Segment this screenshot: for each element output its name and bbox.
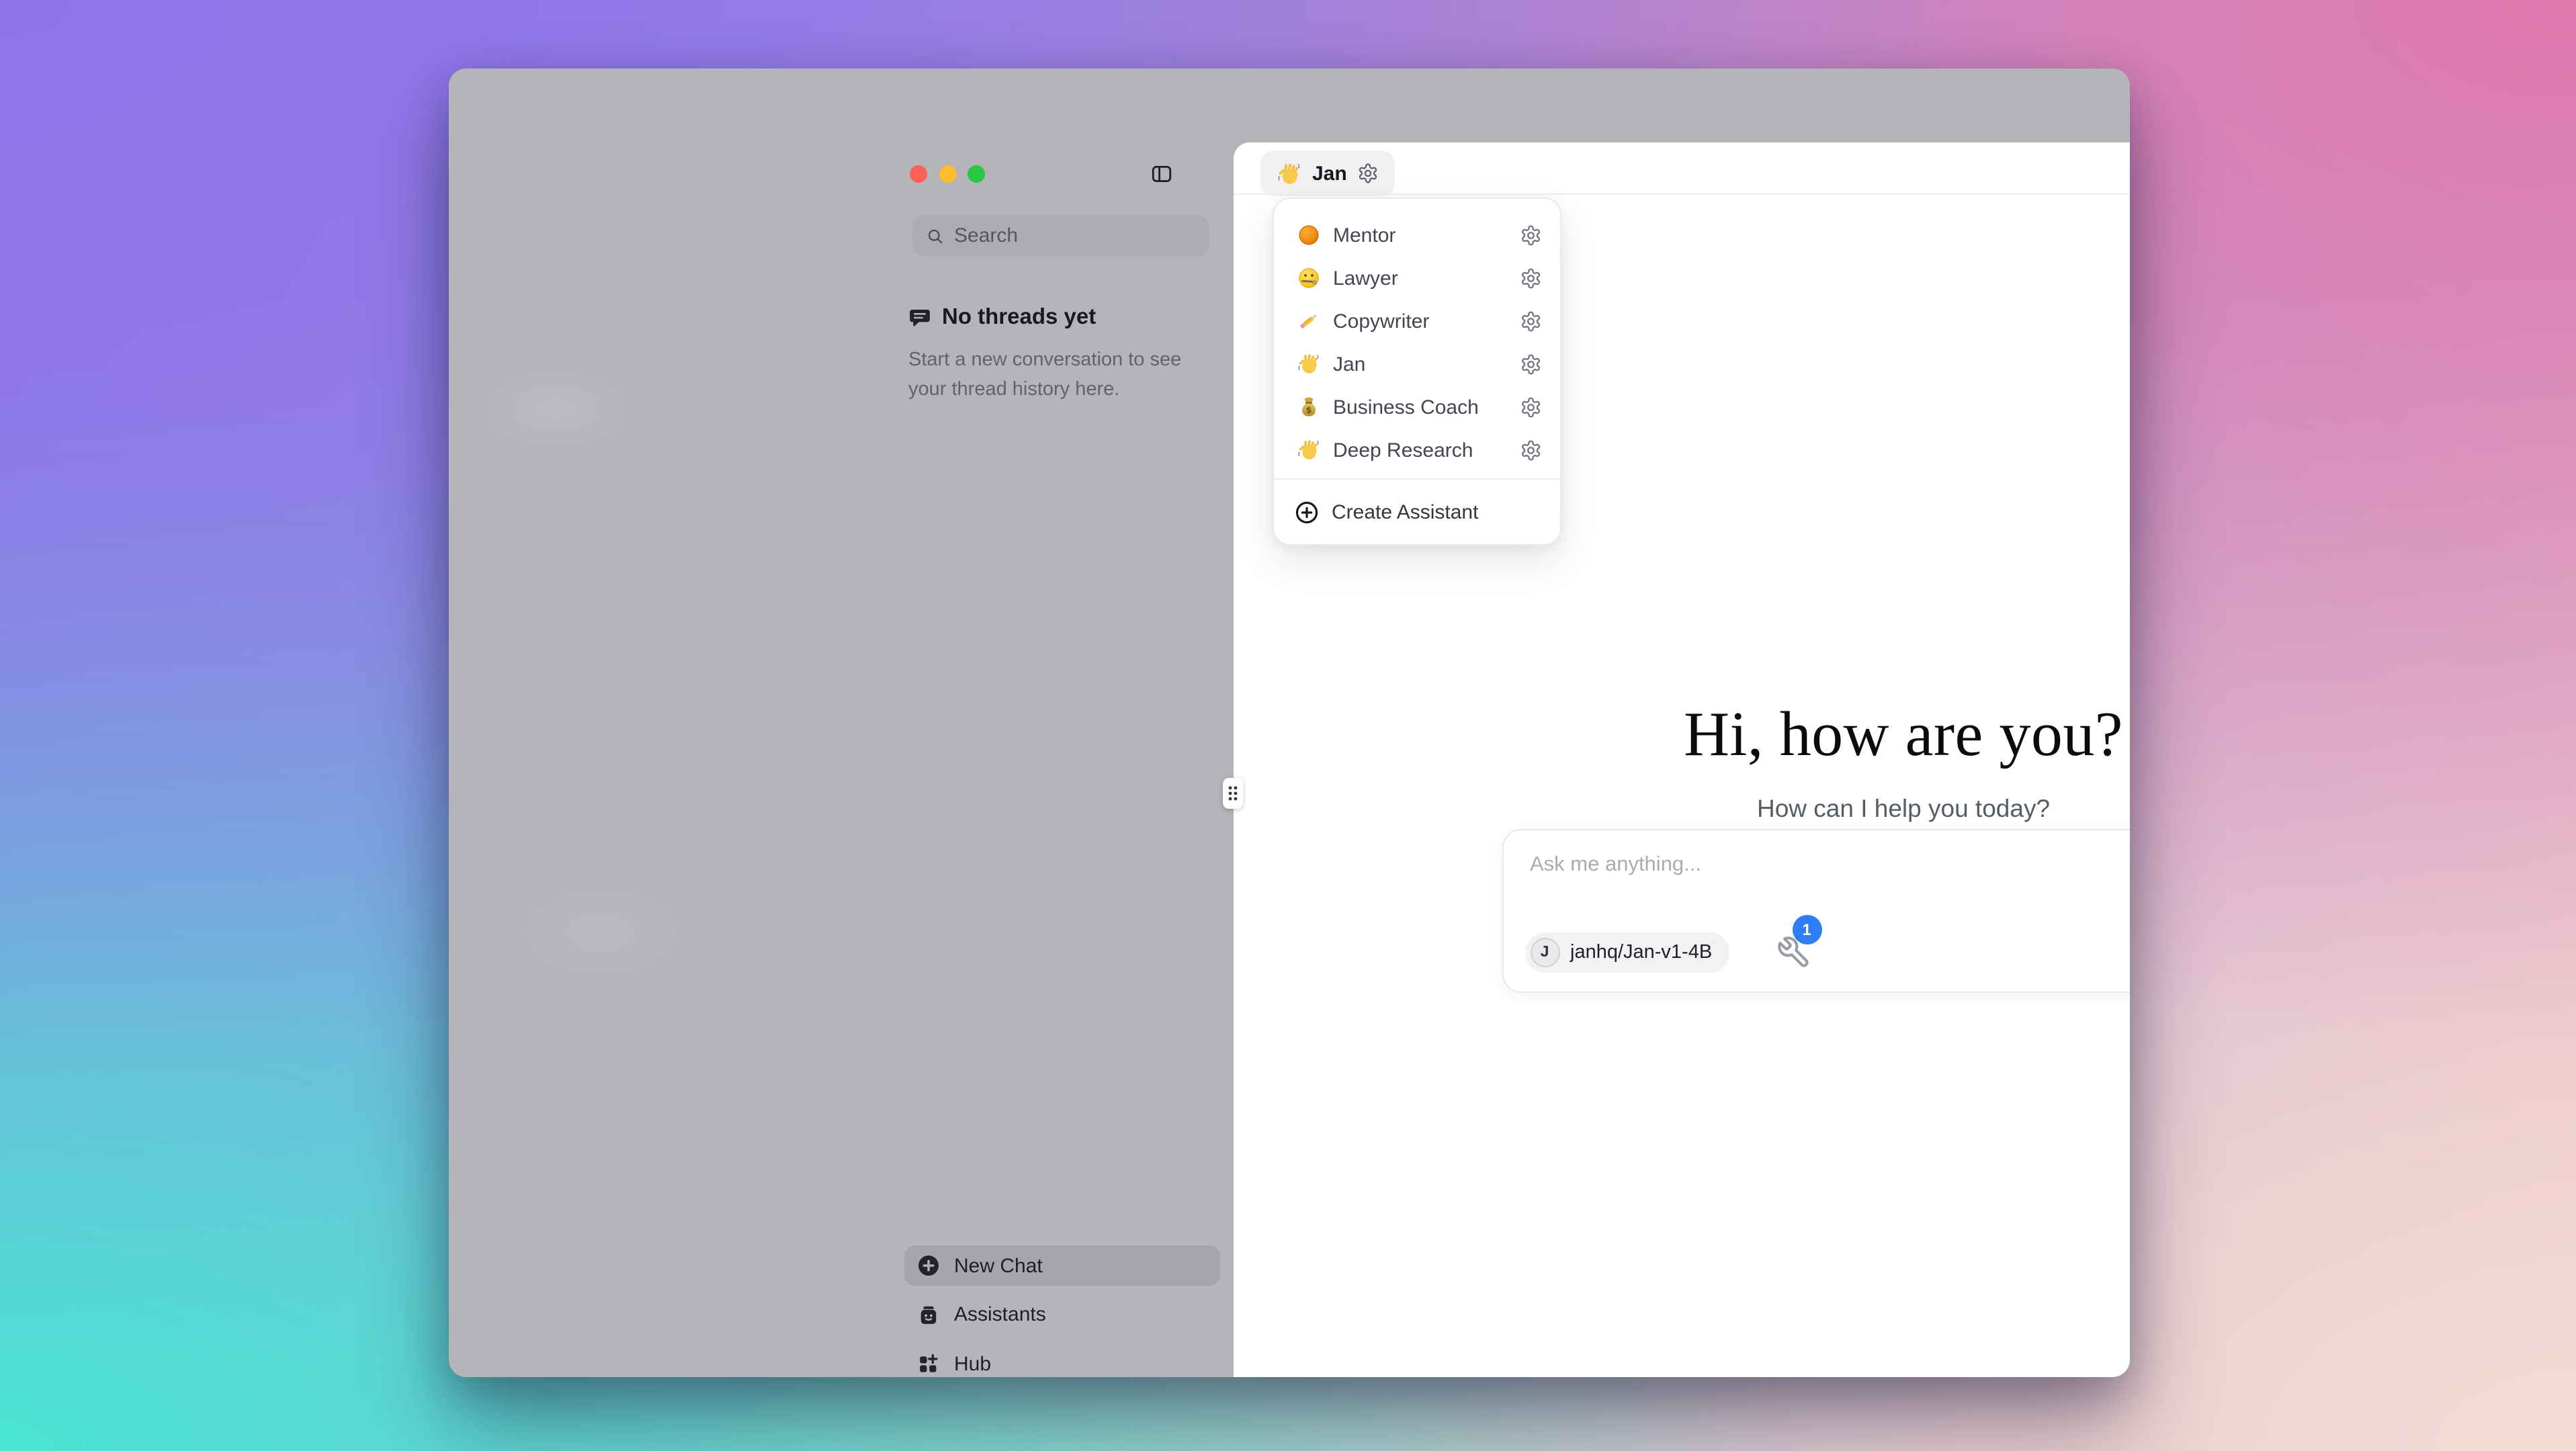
create-assistant-button[interactable]: Create Assistant [1274, 486, 1560, 537]
wave-emoji-icon [1297, 438, 1321, 462]
sidebar-item-new-chat[interactable]: New Chat [904, 1245, 1220, 1286]
sidebar-toggle-icon [1150, 163, 1173, 185]
assistant-menu-item-label: Jan [1333, 353, 1519, 376]
assistant-menu-item[interactable]: Mentor [1274, 214, 1560, 257]
assistant-selector-button[interactable]: Jan [1260, 150, 1396, 196]
panel-resize-handle[interactable] [1223, 778, 1243, 809]
menu-divider [1274, 478, 1560, 480]
sidebar [449, 69, 785, 1377]
assistant-menu-item[interactable]: Copywriter [1274, 300, 1560, 343]
assistant-menu-item-label: Mentor [1333, 224, 1519, 247]
assistant-menu: Mentor Lawyer Copywriter Jan Business Co… [1273, 197, 1561, 545]
assistant-menu-item[interactable]: Deep Research [1274, 429, 1560, 472]
grip-dots-icon [1227, 785, 1239, 802]
search-field[interactable] [912, 215, 1209, 257]
plus-circle-filled-icon [916, 1254, 941, 1278]
assistant-menu-item-label: Deep Research [1333, 439, 1519, 461]
nav-item-label: New Chat [954, 1254, 1043, 1277]
assistant-menu-item-label: Business Coach [1333, 396, 1519, 419]
greeting: Hi, how are you? How can I help you toda… [1233, 699, 2130, 824]
assistant-menu-item[interactable]: Business Coach [1274, 386, 1560, 429]
assistant-menu-item[interactable]: Lawyer [1274, 257, 1560, 300]
gear-outline-icon[interactable] [1519, 224, 1541, 247]
sidebar-toggle-button[interactable] [1150, 163, 1173, 185]
gear-outline-icon[interactable] [1519, 353, 1541, 376]
gear-outline-icon[interactable] [1519, 439, 1541, 461]
gear-outline-icon[interactable] [1519, 310, 1541, 333]
sidebar-item-assistants[interactable]: Assistants [904, 1294, 1220, 1335]
assistant-settings-gear-icon[interactable] [1358, 163, 1379, 184]
pencil-emoji-icon [1297, 309, 1321, 333]
empty-threads-description: Start a new conversation to see your thr… [908, 345, 1184, 404]
composer-card: Ask me anything... J janhq/Jan-v1-4B 1 [1502, 829, 2130, 993]
gear-outline-icon[interactable] [1519, 267, 1541, 290]
minimize-window-button[interactable] [939, 165, 956, 183]
gear-outline-icon[interactable] [1519, 396, 1541, 419]
tools-button[interactable]: 1 [1773, 919, 1832, 978]
chat-bubble-icon [908, 306, 931, 329]
empty-threads-title: No threads yet [942, 305, 1096, 331]
plus-circle-icon [1294, 499, 1320, 525]
jan-app-window: No threads yet Start a new conversation … [449, 69, 2130, 1377]
hub-blocks-icon [916, 1352, 941, 1376]
tools-count-badge: 1 [1792, 915, 1821, 944]
nav-item-label: Assistants [954, 1303, 1046, 1326]
model-avatar: J [1530, 938, 1559, 967]
sidebar-nav: New Chat Assistants Hub Settings [904, 1245, 1220, 1377]
wave-emoji-icon [1276, 161, 1301, 186]
search-icon [926, 226, 945, 245]
nav-item-label: Hub [954, 1352, 991, 1375]
zoom-window-button[interactable] [968, 165, 985, 183]
robot-icon [916, 1303, 941, 1327]
search-input[interactable] [954, 224, 1196, 247]
assistant-menu-item[interactable]: Jan [1274, 343, 1560, 386]
close-window-button[interactable] [910, 165, 927, 183]
model-selector[interactable]: J janhq/Jan-v1-4B [1525, 932, 1729, 973]
zipper-face-emoji-icon [1297, 266, 1321, 290]
assistant-selector-label: Jan [1312, 162, 1347, 185]
sidebar-item-hub[interactable]: Hub [904, 1344, 1220, 1377]
main-titlebar: Jan [1233, 142, 2130, 195]
assistant-menu-item-label: Copywriter [1333, 310, 1519, 333]
screen: No threads yet Start a new conversation … [0, 0, 2576, 1451]
assistant-menu-items: Mentor Lawyer Copywriter Jan Business Co… [1274, 214, 1560, 472]
orange-circle-emoji-icon [1297, 223, 1321, 247]
create-assistant-label: Create Assistant [1332, 500, 1478, 523]
model-name: janhq/Jan-v1-4B [1570, 942, 1712, 963]
greeting-title: Hi, how are you? [1233, 699, 2130, 771]
greeting-subtitle: How can I help you today? [1233, 794, 2130, 824]
wave-emoji-icon [1297, 352, 1321, 376]
money-bag-emoji-icon [1297, 395, 1321, 419]
composer-input[interactable]: Ask me anything... [1530, 853, 1701, 877]
window-controls [910, 165, 985, 183]
assistant-menu-item-label: Lawyer [1333, 267, 1519, 290]
empty-threads-state: No threads yet Start a new conversation … [908, 305, 1197, 404]
